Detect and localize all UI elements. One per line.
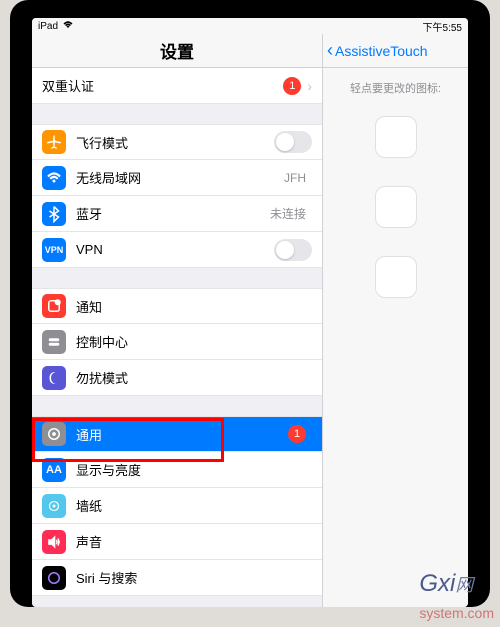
bluetooth-label: 蓝牙 — [76, 204, 270, 223]
notifications-icon — [42, 294, 66, 318]
badge-icon: 1 — [288, 425, 306, 443]
notifications-label: 通知 — [76, 297, 312, 316]
siri-icon — [42, 566, 66, 590]
gear-icon — [42, 422, 66, 446]
icon-slot[interactable] — [375, 116, 417, 158]
bluetooth-icon — [42, 202, 66, 226]
bluetooth-value: 未连接 — [270, 205, 306, 222]
general-label: 通用 — [76, 425, 288, 444]
airplane-toggle[interactable] — [274, 131, 312, 153]
display-icon: AA — [42, 458, 66, 482]
airplane-label: 飞行模式 — [76, 133, 274, 152]
wallpaper-label: 墙纸 — [76, 496, 312, 515]
row-wallpaper[interactable]: 墙纸 — [32, 488, 322, 524]
status-bar: iPad 下午5:55 — [32, 18, 468, 34]
badge-icon: 1 — [283, 77, 301, 95]
airplane-icon — [42, 130, 66, 154]
display-label: 显示与亮度 — [76, 460, 312, 479]
row-bluetooth[interactable]: 蓝牙 未连接 — [32, 196, 322, 232]
wifi-value: JFH — [284, 171, 306, 185]
row-display[interactable]: AA 显示与亮度 — [32, 452, 322, 488]
wifi-icon — [42, 166, 66, 190]
back-button[interactable]: ‹ AssistiveTouch — [327, 40, 428, 61]
double-auth-label: 双重认证 — [42, 76, 283, 95]
icon-slot[interactable] — [375, 186, 417, 228]
watermark: Gxi网 system.com — [419, 570, 494, 625]
detail-pane: ‹ AssistiveTouch 轻点要更改的图标: — [322, 34, 468, 607]
device-name: iPad — [38, 21, 58, 32]
siri-label: Siri 与搜索 — [76, 568, 312, 587]
back-label: AssistiveTouch — [335, 43, 428, 59]
row-wifi[interactable]: 无线局域网 JFH — [32, 160, 322, 196]
row-dnd[interactable]: 勿扰模式 — [32, 360, 322, 396]
hint-text: 轻点要更改的图标: — [323, 68, 468, 108]
row-sound[interactable]: 声音 — [32, 524, 322, 560]
vpn-label: VPN — [76, 242, 274, 257]
wallpaper-icon — [42, 494, 66, 518]
wifi-icon — [62, 20, 74, 33]
dnd-label: 勿扰模式 — [76, 368, 312, 387]
row-siri[interactable]: Siri 与搜索 — [32, 560, 322, 596]
control-center-label: 控制中心 — [76, 332, 312, 351]
chevron-right-icon: › — [307, 78, 312, 94]
vpn-toggle[interactable] — [274, 239, 312, 261]
row-general[interactable]: 通用 1 — [32, 416, 322, 452]
row-double-auth[interactable]: 双重认证 1 › — [32, 68, 322, 104]
sound-icon — [42, 530, 66, 554]
moon-icon — [42, 366, 66, 390]
vpn-icon: VPN — [42, 238, 66, 262]
clock: 下午5:55 — [423, 19, 462, 34]
control-center-icon — [42, 330, 66, 354]
settings-sidebar: 设置 双重认证 1 › 飞行模式 — [32, 34, 322, 607]
sound-label: 声音 — [76, 532, 312, 551]
chevron-left-icon: ‹ — [327, 40, 333, 61]
wifi-label: 无线局域网 — [76, 168, 284, 187]
detail-header: ‹ AssistiveTouch — [323, 34, 468, 68]
row-notifications[interactable]: 通知 — [32, 288, 322, 324]
row-airplane[interactable]: 飞行模式 — [32, 124, 322, 160]
row-control-center[interactable]: 控制中心 — [32, 324, 322, 360]
row-vpn[interactable]: VPN VPN — [32, 232, 322, 268]
icon-slot[interactable] — [375, 256, 417, 298]
settings-title: 设置 — [32, 34, 322, 68]
